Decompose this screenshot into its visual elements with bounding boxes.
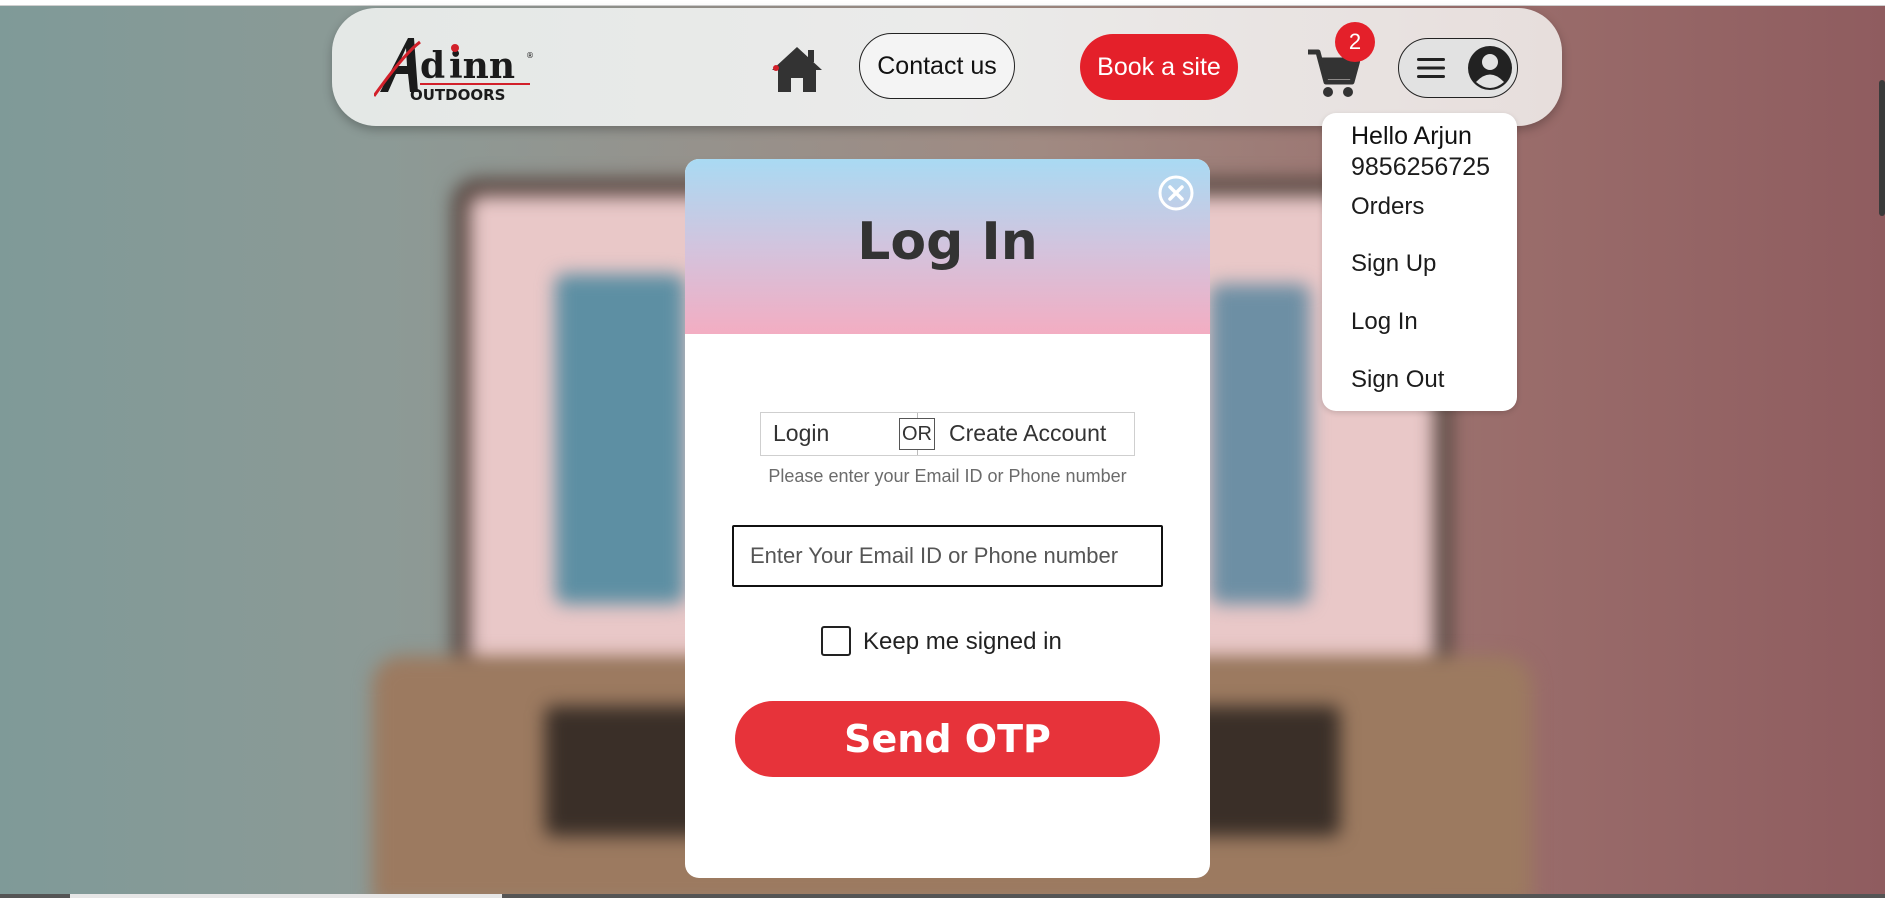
login-modal: Log In Login OR Create Account Please en… [685,159,1210,878]
contact-us-button[interactable]: Contact us [859,33,1015,99]
home-icon [772,47,822,92]
input-hint: Please enter your Email ID or Phone numb… [768,466,1127,486]
email-or-phone-input[interactable] [732,525,1163,587]
site-header: d inn ® OUTDOORS Contact us Book a site … [332,8,1562,126]
close-icon [1158,175,1194,211]
modal-header: Log In [685,159,1210,334]
svg-text:®: ® [526,51,534,60]
svg-text:OUTDOORS: OUTDOORS [410,86,505,104]
or-separator: OR [899,418,935,450]
hamburger-icon [1417,58,1445,78]
bottom-scrollbar[interactable] [0,894,1885,898]
close-button[interactable] [1157,174,1195,212]
dropdown-item-sign-up[interactable]: Sign Up [1351,250,1436,278]
tab-login[interactable]: Login [773,420,829,447]
book-a-site-button[interactable]: Book a site [1080,34,1238,100]
cart-count-badge: 2 [1335,22,1375,62]
keep-signed-in-checkbox[interactable] [821,626,851,656]
page-scrollbar[interactable] [1879,80,1885,216]
background-billboard-right [1210,284,1310,604]
svg-text:inn: inn [449,45,515,87]
tab-create-account[interactable]: Create Account [949,420,1106,447]
send-otp-button[interactable]: Send OTP [735,701,1160,777]
account-dropdown: Hello Arjun 9856256725 Orders Sign Up Lo… [1322,113,1517,411]
dropdown-item-log-in[interactable]: Log In [1351,308,1418,336]
bottom-scrollbar-thumb[interactable] [70,894,502,898]
user-greeting: Hello Arjun [1351,122,1472,150]
account-menu-button[interactable] [1398,38,1518,98]
auth-mode-tabs: Login OR Create Account [760,412,1135,456]
dropdown-item-orders[interactable]: Orders [1351,193,1424,221]
keep-signed-in-label[interactable]: Keep me signed in [863,628,1062,656]
background-billboard-left [555,274,685,604]
user-avatar-icon [1468,46,1512,90]
adinn-logo[interactable]: d inn ® OUTDOORS [372,34,534,106]
svg-text:d: d [420,45,445,87]
user-phone: 9856256725 [1351,153,1491,181]
modal-title: Log In [857,212,1038,272]
home-button[interactable] [770,44,824,94]
dropdown-item-sign-out[interactable]: Sign Out [1351,366,1444,394]
